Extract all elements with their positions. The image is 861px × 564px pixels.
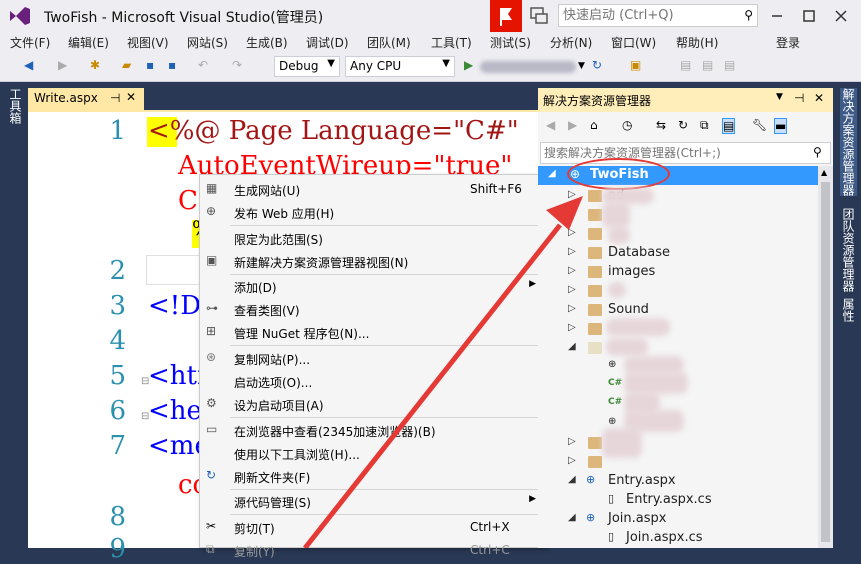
annotation-arrow (303, 196, 583, 548)
